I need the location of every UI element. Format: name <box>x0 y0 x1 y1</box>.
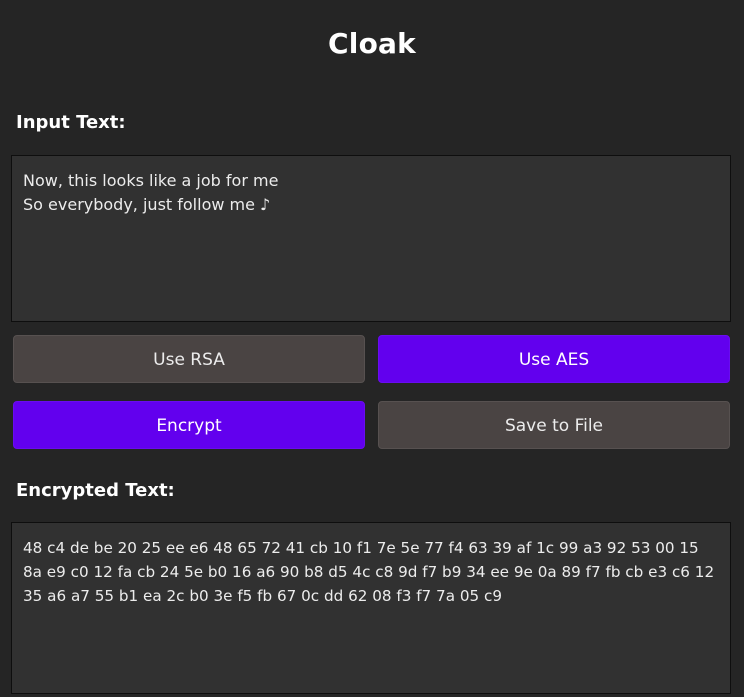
use-rsa-button[interactable]: Use RSA <box>13 335 365 383</box>
encrypted-text-area[interactable]: 48 c4 de be 20 25 ee e6 48 65 72 41 cb 1… <box>11 522 731 694</box>
encrypt-button[interactable]: Encrypt <box>13 401 365 449</box>
encrypted-text-label: Encrypted Text: <box>16 480 175 501</box>
save-to-file-button[interactable]: Save to File <box>378 401 730 449</box>
use-aes-button[interactable]: Use AES <box>378 335 730 383</box>
app-title: Cloak <box>328 27 416 60</box>
input-text-area[interactable]: Now, this looks like a job for me So eve… <box>11 155 731 322</box>
input-text-label: Input Text: <box>16 112 126 133</box>
